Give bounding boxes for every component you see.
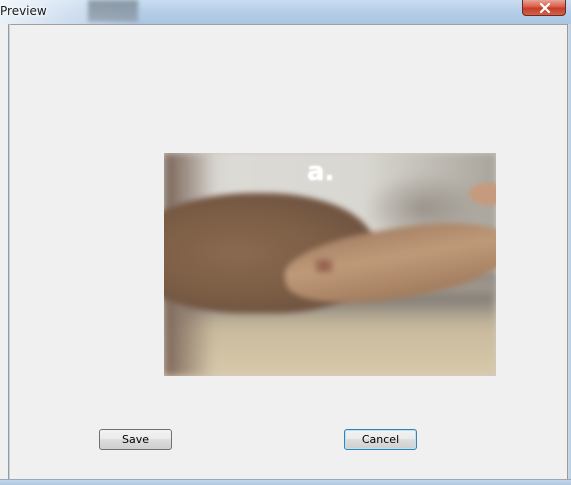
cancel-button[interactable]: Cancel (344, 429, 417, 450)
preview-window: Preview a. Save Cancel (0, 0, 571, 485)
photo-label: a. (307, 157, 335, 187)
right-window-frame (567, 24, 571, 485)
close-icon (539, 3, 551, 13)
save-button[interactable]: Save (99, 429, 172, 450)
title-background-blur (88, 0, 138, 22)
title-bar[interactable]: Preview (0, 0, 571, 24)
close-button[interactable] (522, 0, 566, 16)
bottom-window-frame (0, 479, 571, 485)
preview-image: a. (164, 153, 496, 376)
photo-skin-mark (314, 258, 334, 274)
left-window-frame (0, 24, 9, 485)
window-title: Preview (0, 4, 47, 18)
